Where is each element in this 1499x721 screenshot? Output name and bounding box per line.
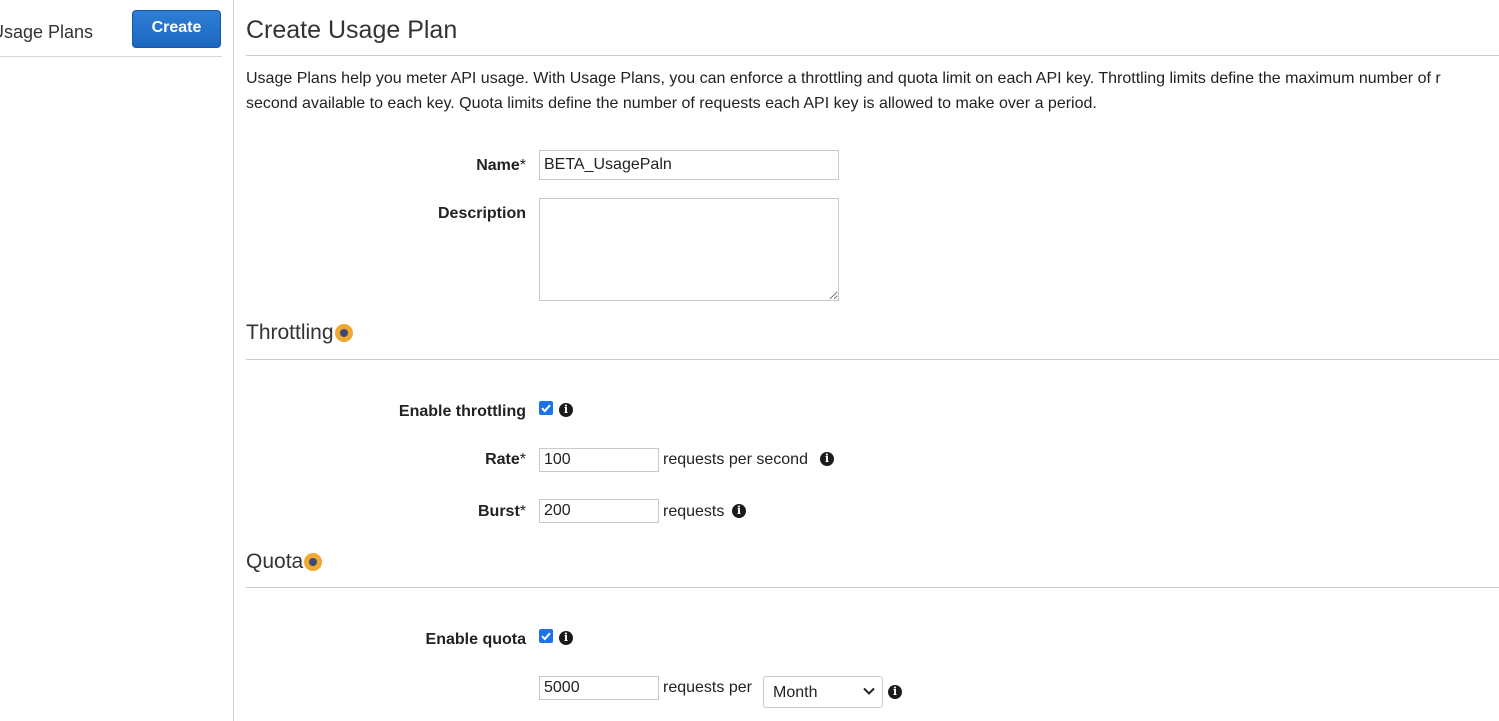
quota-section-title: Quota xyxy=(246,550,323,574)
description-label: Description xyxy=(437,205,526,222)
info-icon[interactable]: i xyxy=(820,452,834,466)
quota-period-select[interactable]: Month xyxy=(763,676,883,708)
checkmark-icon xyxy=(541,404,551,413)
help-dot-icon[interactable] xyxy=(334,324,353,342)
enable-quota-checkbox[interactable] xyxy=(539,629,553,643)
info-icon[interactable]: i xyxy=(888,685,902,699)
throttling-title-text: Throttling xyxy=(246,321,334,344)
name-label: Name* xyxy=(476,157,526,174)
rate-input[interactable] xyxy=(539,448,659,472)
name-input[interactable] xyxy=(539,150,839,180)
sidebar-title: Usage Plans xyxy=(0,22,94,42)
info-icon[interactable]: i xyxy=(559,631,573,645)
title-divider xyxy=(246,55,1499,56)
intro-text: Usage Plans help you meter API usage. Wi… xyxy=(246,66,1499,118)
throttling-divider xyxy=(246,359,1499,360)
chevron-down-icon xyxy=(863,687,875,695)
intro-line-2: second available to each key. Quota limi… xyxy=(246,95,1097,112)
help-dot-icon[interactable] xyxy=(304,553,323,571)
burst-input[interactable] xyxy=(539,499,659,523)
rate-unit: requests per second xyxy=(663,451,808,468)
checkmark-icon xyxy=(541,632,551,641)
quota-period-value: Month xyxy=(773,684,818,701)
throttling-section-title: Throttling xyxy=(246,321,353,345)
intro-line-1: Usage Plans help you meter API usage. Wi… xyxy=(246,70,1441,87)
quota-divider xyxy=(246,587,1499,588)
burst-unit: requests xyxy=(663,503,725,520)
enable-throttling-checkbox[interactable] xyxy=(539,401,553,415)
page-title: Create Usage Plan xyxy=(246,16,458,44)
quota-unit: requests per xyxy=(663,679,752,696)
description-textarea[interactable] xyxy=(539,198,839,301)
enable-quota-label: Enable quota xyxy=(425,631,526,648)
sidebar: Usage Plans Create xyxy=(0,0,234,721)
quota-limit-input[interactable] xyxy=(539,676,659,700)
info-icon[interactable]: i xyxy=(732,504,746,518)
sidebar-divider xyxy=(0,56,222,57)
create-button[interactable]: Create xyxy=(132,10,221,48)
main-content: Create Usage Plan Usage Plans help you m… xyxy=(246,0,1499,721)
burst-label: Burst* xyxy=(477,503,526,520)
enable-throttling-label: Enable throttling xyxy=(398,403,526,420)
rate-label: Rate* xyxy=(485,451,526,468)
info-icon[interactable]: i xyxy=(559,403,573,417)
quota-title-text: Quota xyxy=(246,550,304,573)
